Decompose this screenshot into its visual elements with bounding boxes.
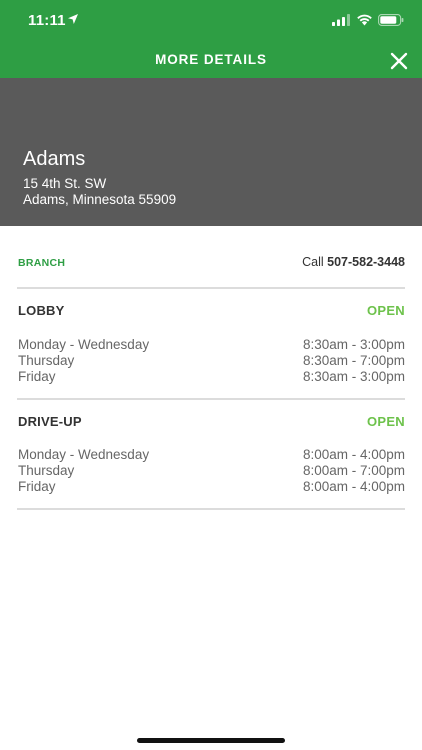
- hours-row: Monday - Wednesday 8:30am - 3:00pm: [18, 337, 405, 353]
- hours-days: Friday: [18, 479, 56, 494]
- battery-icon: [378, 14, 404, 26]
- hours-days: Thursday: [18, 463, 75, 478]
- phone-number[interactable]: 507-582-3448: [327, 255, 405, 269]
- hours-row: Friday 8:30am - 3:00pm: [18, 369, 405, 385]
- hours-time: 8:30am - 3:00pm: [302, 369, 405, 384]
- address-line-1: 15 4th St. SW: [23, 176, 107, 191]
- drive-up-status-badge: OPEN: [366, 414, 405, 429]
- status-bar: 11:11: [0, 0, 422, 40]
- address-line-2: Adams, Minnesota 55909: [23, 192, 177, 207]
- hours-days: Friday: [18, 369, 56, 384]
- branch-name: Adams: [23, 148, 86, 170]
- hours-days: Thursday: [18, 353, 75, 368]
- hours-time: 8:30am - 3:00pm: [302, 337, 405, 352]
- hours-days: Monday - Wednesday: [18, 447, 150, 462]
- hours-time: 8:00am - 4:00pm: [302, 447, 405, 462]
- divider: [17, 398, 405, 400]
- page-title: MORE DETAILS: [155, 52, 267, 67]
- divider: [17, 287, 405, 289]
- call-prefix: Call: [302, 255, 324, 269]
- location-arrow-icon: [68, 14, 78, 24]
- hours-time: 8:30am - 7:00pm: [302, 353, 405, 368]
- drive-up-title: DRIVE-UP: [18, 414, 82, 429]
- status-time: 11:11: [28, 12, 66, 29]
- divider: [17, 508, 405, 510]
- call-link[interactable]: Call 507-582-3448: [302, 255, 405, 269]
- hours-row: Thursday 8:00am - 7:00pm: [18, 463, 405, 479]
- header: 11:11 MORE DETAILS: [0, 0, 422, 78]
- drive-up-hours: Monday - Wednesday 8:00am - 4:00pm Thurs…: [18, 447, 405, 495]
- hours-time: 8:00am - 4:00pm: [302, 479, 405, 494]
- lobby-title: LOBBY: [18, 303, 65, 318]
- close-icon[interactable]: [388, 50, 410, 72]
- lobby-status-badge: OPEN: [366, 303, 405, 318]
- cellular-signal-icon: [332, 14, 350, 26]
- branch-banner: Adams 15 4th St. SW Adams, Minnesota 559…: [0, 78, 422, 226]
- wifi-icon: [357, 14, 372, 26]
- branch-type-label: BRANCH: [18, 257, 66, 269]
- home-indicator[interactable]: [137, 738, 285, 743]
- hours-row: Friday 8:00am - 4:00pm: [18, 479, 405, 495]
- hours-row: Monday - Wednesday 8:00am - 4:00pm: [18, 447, 405, 463]
- hours-days: Monday - Wednesday: [18, 337, 150, 352]
- lobby-hours: Monday - Wednesday 8:30am - 3:00pm Thurs…: [18, 337, 405, 385]
- hours-row: Thursday 8:30am - 7:00pm: [18, 353, 405, 369]
- hours-time: 8:00am - 7:00pm: [302, 463, 405, 478]
